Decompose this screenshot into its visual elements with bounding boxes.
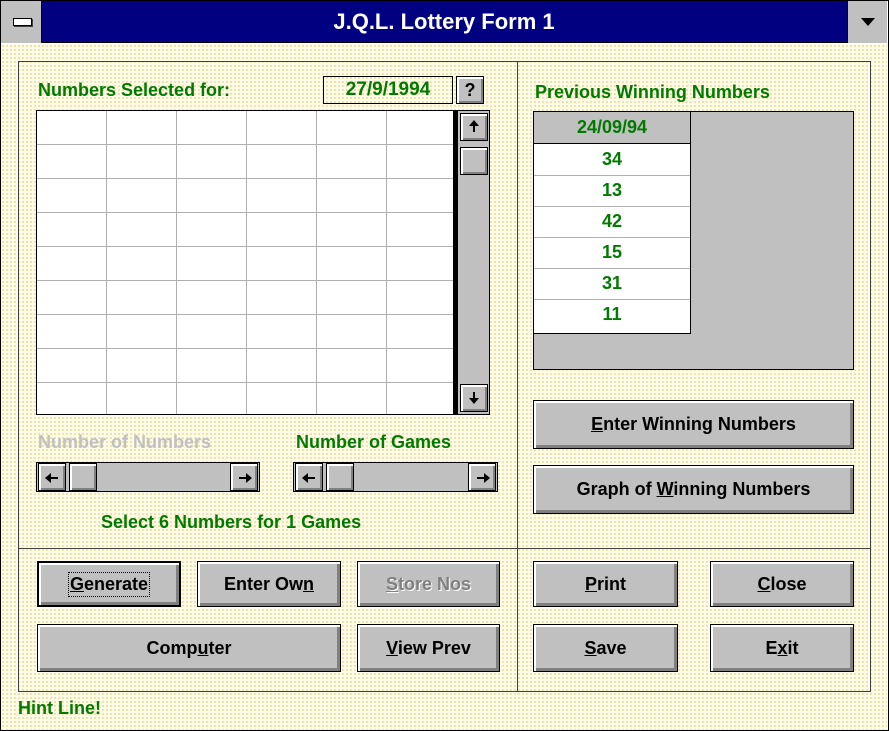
selection-status-text: Select 6 Numbers for 1 Games (101, 512, 362, 532)
slider-thumb[interactable] (326, 463, 354, 491)
number-of-numbers-slider[interactable] (36, 462, 260, 492)
previous-winning-label: Previous Winning Numbers (535, 82, 770, 102)
arrow-right-icon (484, 473, 490, 483)
vertical-divider (517, 61, 518, 692)
maximize-button[interactable] (847, 1, 887, 43)
slider-right-button[interactable] (230, 463, 258, 491)
arrow-down-icon (469, 398, 479, 404)
draw-date-field[interactable]: 27/9/1994 (323, 76, 453, 104)
store-nos-button[interactable]: Store Nos (357, 561, 500, 607)
scroll-up-button[interactable] (460, 113, 488, 141)
numbers-grid[interactable] (36, 110, 454, 415)
horizontal-divider (18, 548, 871, 549)
scroll-down-button[interactable] (460, 384, 488, 412)
computer-button[interactable]: Computer (37, 624, 341, 672)
slider-thumb[interactable] (69, 463, 97, 491)
system-menu-icon (13, 18, 32, 26)
graph-winning-numbers-button[interactable]: Graph of Winning Numbers (533, 465, 854, 514)
scroll-thumb[interactable] (460, 147, 488, 175)
hint-line: Hint Line! (18, 698, 101, 718)
number-of-numbers-label: Number of Numbers (38, 432, 212, 452)
winning-number: 31 (534, 268, 690, 300)
window-title: J.Q.L. Lottery Form 1 (333, 9, 555, 34)
number-of-games-slider[interactable] (293, 462, 498, 492)
chevron-down-icon (861, 18, 875, 26)
winning-number: 13 (534, 175, 690, 207)
arrow-right-icon (246, 473, 252, 483)
print-button[interactable]: Print (533, 561, 678, 607)
slider-right-button[interactable] (468, 463, 496, 491)
grid-vertical-scrollbar[interactable] (454, 110, 490, 415)
view-prev-button[interactable]: View Prev (357, 624, 500, 672)
save-button[interactable]: Save (533, 624, 678, 672)
exit-button[interactable]: Exit (710, 624, 854, 672)
enter-own-button[interactable]: Enter Own (197, 561, 341, 607)
close-button[interactable]: Close (710, 561, 854, 607)
system-menu-button[interactable] (1, 1, 42, 43)
numbers-selected-label: Numbers Selected for: (38, 80, 231, 100)
winning-number: 15 (534, 237, 690, 269)
number-of-games-label: Number of Games (296, 432, 452, 452)
generate-button[interactable]: Generate (37, 561, 181, 607)
slider-left-button[interactable] (38, 463, 66, 491)
date-help-button[interactable]: ? (456, 76, 484, 104)
winning-date-header: 24/09/94 (534, 112, 690, 144)
slider-left-button[interactable] (295, 463, 323, 491)
winning-number: 11 (602, 304, 622, 324)
winning-number: 42 (534, 206, 690, 238)
winning-number: 34 (534, 144, 690, 176)
winning-numbers-column: 24/09/94 34 13 42 15 31 11 (534, 112, 691, 334)
enter-winning-numbers-button[interactable]: Enter Winning Numbers (533, 400, 854, 449)
